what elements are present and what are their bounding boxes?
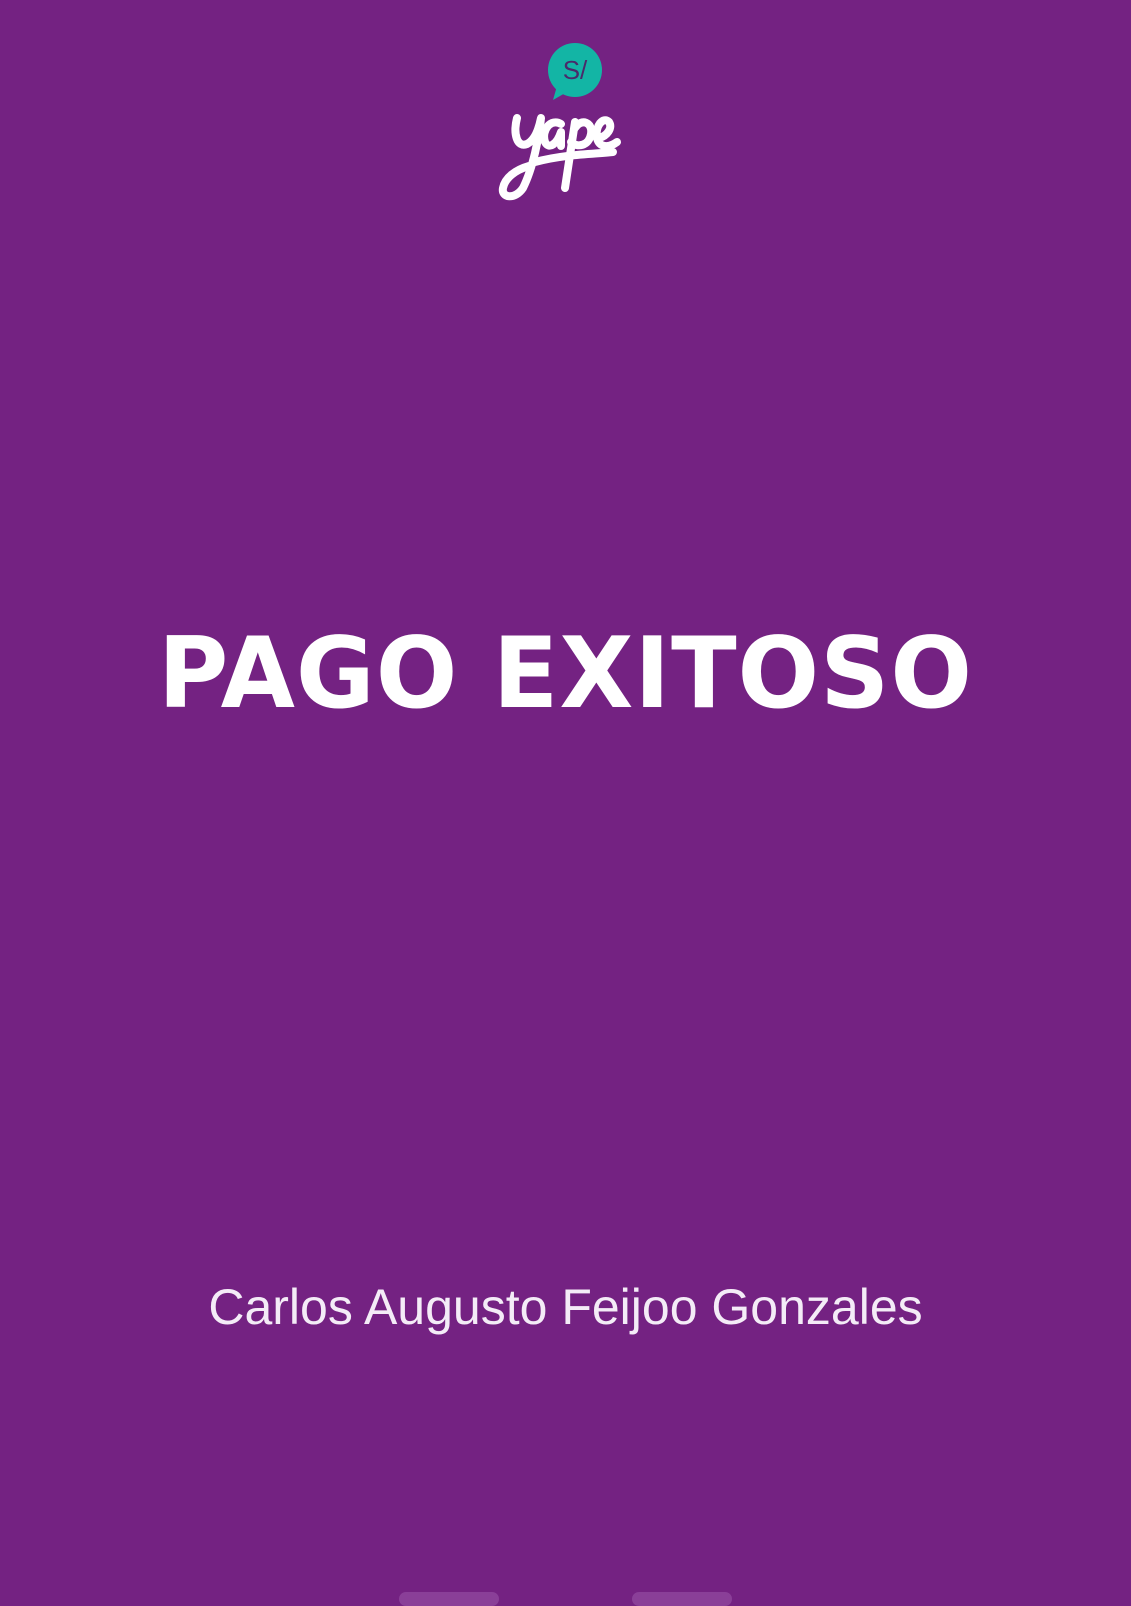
recipient-name: Carlos Augusto Feijoo Gonzales xyxy=(208,1279,923,1335)
badge-text: S/ xyxy=(563,55,588,85)
yape-wordmark xyxy=(498,114,621,201)
bottom-action-button-right[interactable] xyxy=(632,1592,732,1606)
yape-logo-graphic: S/ xyxy=(498,43,621,201)
yape-logo: S/ yape xyxy=(495,38,635,203)
payment-success-title: PAGO EXITOSO xyxy=(158,617,973,731)
bottom-action-button-left[interactable] xyxy=(399,1592,499,1606)
currency-badge-icon: S/ xyxy=(548,43,602,100)
